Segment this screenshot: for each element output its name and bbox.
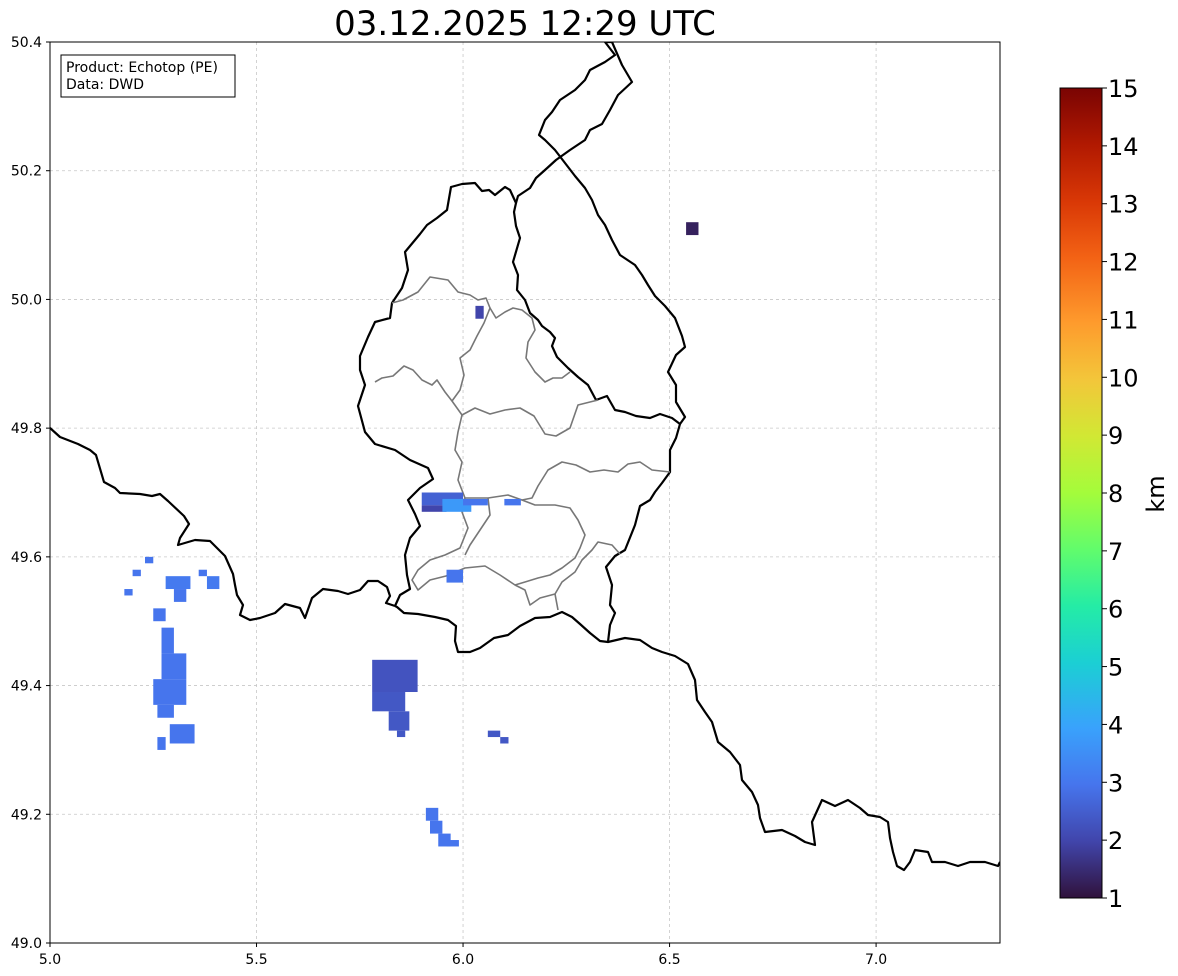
echo-cell (487, 730, 501, 738)
echo-cell (446, 840, 459, 847)
echo-cell (161, 653, 187, 680)
echo-cell (500, 737, 509, 744)
y-tick-label: 49.4 (11, 679, 42, 695)
x-tick-label: 6.0 (452, 952, 474, 968)
radar-map-figure: 03.12.2025 12:29 UTC 5.0 5.5 6.0 6.5 7.0 49.… (0, 0, 1178, 976)
echo-cell (396, 730, 406, 738)
colorbar-tick-label: 13 (1108, 191, 1139, 219)
info-data-text: Data: DWD (66, 77, 144, 93)
x-axis-ticks: 5.0 5.5 6.0 6.5 7.0 (39, 943, 887, 968)
colorbar-tick-label: 6 (1108, 596, 1123, 624)
echo-cell (425, 807, 439, 821)
y-tick-label: 49.8 (11, 421, 42, 437)
echo-cell (153, 679, 187, 705)
y-axis-ticks: 49.0 49.2 49.4 49.6 49.8 50.0 50.2 50.4 (11, 35, 50, 952)
echo-cell (132, 569, 141, 577)
map-figure-svg: 03.12.2025 12:29 UTC 5.0 5.5 6.0 6.5 7.0 49.… (11, 4, 1170, 968)
colorbar: 123456789101112131415 km (1059, 75, 1170, 913)
y-tick-label: 49.2 (11, 807, 42, 823)
y-tick-label: 49.0 (11, 936, 42, 952)
plot-background (50, 42, 1000, 943)
echo-cell (157, 704, 174, 718)
echo-cell (124, 589, 133, 596)
x-tick-label: 5.0 (39, 952, 61, 968)
x-tick-label: 7.0 (865, 952, 887, 968)
x-tick-label: 6.5 (658, 952, 680, 968)
echo-cell (388, 711, 410, 731)
info-box: Product: Echotop (PE) Data: DWD (60, 54, 236, 98)
echo-cell (206, 576, 220, 590)
colorbar-tick-label: 2 (1108, 827, 1123, 855)
echo-cell (145, 556, 154, 564)
echo-cell (475, 305, 484, 319)
colorbar-tick-label: 14 (1108, 133, 1139, 161)
x-tick-label: 5.5 (245, 952, 267, 968)
colorbar-gradient (1059, 87, 1103, 899)
colorbar-tick-label: 11 (1108, 306, 1139, 334)
y-tick-label: 50.2 (11, 164, 42, 180)
y-tick-label: 50.4 (11, 35, 42, 51)
colorbar-tick-label: 3 (1108, 769, 1123, 797)
colorbar-tick-label: 10 (1108, 364, 1139, 392)
colorbar-tick-label: 1 (1108, 885, 1123, 913)
echo-cell (430, 820, 443, 834)
info-product-text: Product: Echotop (PE) (66, 60, 218, 76)
colorbar-tick-label: 7 (1108, 538, 1123, 566)
colorbar-tick-label: 12 (1108, 249, 1139, 277)
y-tick-label: 50.0 (11, 292, 42, 308)
echo-cell (504, 498, 521, 506)
echo-cell (161, 627, 174, 654)
echo-cell (372, 692, 406, 712)
colorbar-tick-label: 8 (1108, 480, 1123, 508)
echo-cell (446, 569, 464, 583)
echo-cell (169, 724, 195, 744)
echo-cell (198, 569, 207, 577)
map-title: 03.12.2025 12:29 UTC (334, 4, 716, 44)
colorbar-tick-label: 15 (1108, 75, 1139, 103)
echo-cell (153, 608, 166, 622)
echo-cell (372, 659, 418, 693)
colorbar-tick-label: 5 (1108, 654, 1123, 682)
echo-cell (686, 222, 699, 236)
y-tick-label: 49.6 (11, 550, 42, 566)
colorbar-ticks: 123456789101112131415 (1102, 75, 1139, 913)
colorbar-label: km (1142, 475, 1170, 512)
echo-cell (173, 589, 187, 602)
echo-cell (157, 737, 166, 750)
colorbar-tick-label: 9 (1108, 422, 1123, 450)
echo-cell (165, 576, 191, 590)
echo-cell (463, 498, 488, 506)
colorbar-tick-label: 4 (1108, 711, 1123, 739)
